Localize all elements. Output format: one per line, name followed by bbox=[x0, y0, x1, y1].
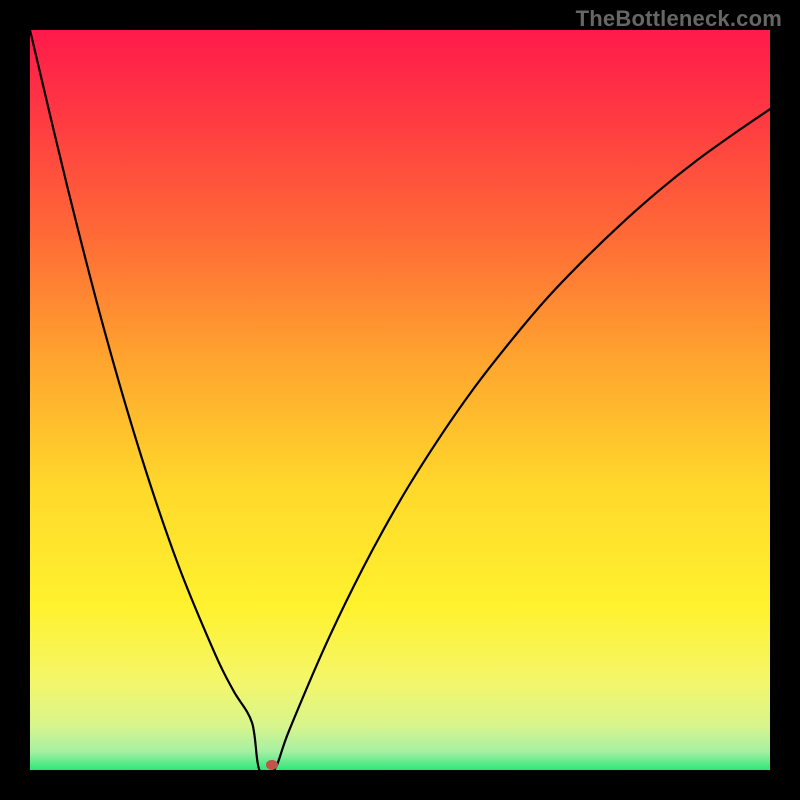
bottleneck-chart bbox=[30, 30, 770, 770]
marker-dot bbox=[266, 760, 278, 770]
gradient-background bbox=[30, 30, 770, 770]
chart-frame: TheBottleneck.com bbox=[0, 0, 800, 800]
watermark-text: TheBottleneck.com bbox=[576, 6, 782, 32]
